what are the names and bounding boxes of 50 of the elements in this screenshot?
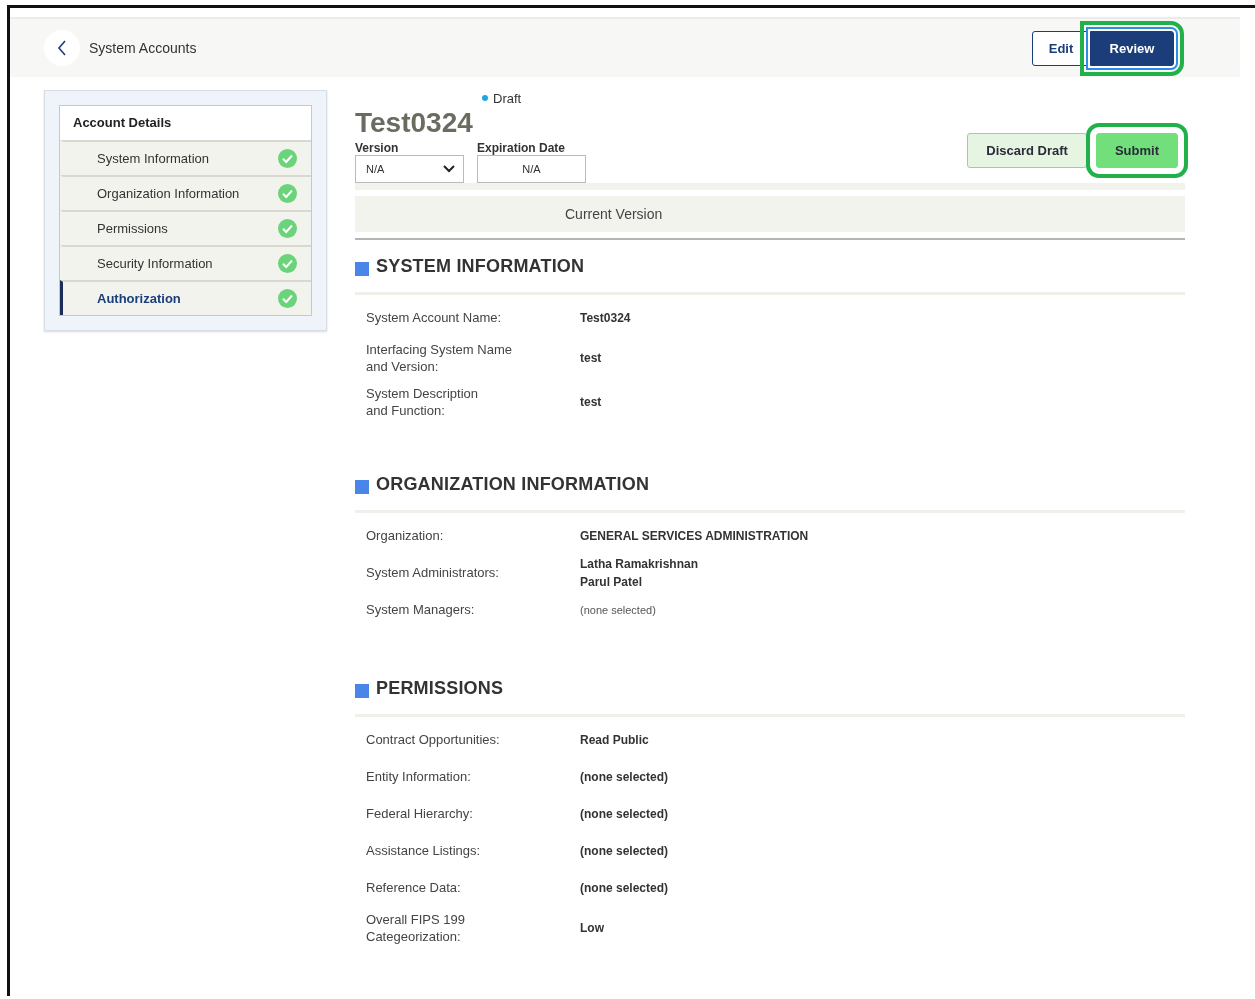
- field-value: test: [580, 350, 602, 366]
- field-value: Read Public: [580, 731, 649, 748]
- section-marker-icon: [355, 480, 369, 494]
- field-label: Contract Opportunities:: [366, 731, 501, 749]
- section-heading: ORGANIZATION INFORMATION: [376, 474, 650, 495]
- status-label: Draft: [493, 90, 522, 106]
- action-button[interactable]: Discard Draft: [967, 133, 1087, 168]
- field-label: Expiration Date: [477, 141, 567, 155]
- nav-heading: Account Details: [72, 114, 173, 132]
- field-label: Version: [355, 141, 400, 155]
- field-label: Overall FIPS 199 Categeorization:: [366, 911, 466, 946]
- section-marker-icon: [355, 262, 369, 276]
- field-label: Reference Data:: [366, 879, 462, 897]
- field-value: Latha Ramakrishnan: [580, 555, 699, 572]
- expiration-date-field[interactable]: N/A: [477, 155, 586, 183]
- nav-item[interactable]: Security Information: [60, 245, 311, 280]
- field-label: Federal Hierarchy:: [366, 805, 474, 823]
- field-label: System Account Name:: [366, 309, 503, 327]
- section-heading: SYSTEM INFORMATION: [376, 256, 585, 277]
- field-value: Parul Patel: [580, 573, 644, 590]
- nav-item[interactable]: Permissions: [60, 210, 311, 245]
- field-value: (none selected): [580, 879, 669, 896]
- field-label: Organization:: [366, 527, 445, 545]
- field-label: Entity Information:: [366, 768, 472, 786]
- section-marker-icon: [355, 684, 369, 698]
- back-button[interactable]: [44, 30, 80, 66]
- nav-item[interactable]: Organization Information: [60, 175, 311, 210]
- field-value: (none selected): [580, 805, 669, 822]
- section-heading: PERMISSIONS: [376, 678, 504, 699]
- nav-item[interactable]: System Information: [60, 140, 311, 175]
- field-value: (none selected): [580, 768, 669, 785]
- field-label: Interfacing System Name and Version:: [366, 341, 513, 376]
- field-label: System Managers:: [366, 601, 476, 619]
- chevron-left-icon: [57, 40, 67, 56]
- field-value: Test0324: [580, 309, 631, 326]
- field-value: (none selected): [580, 602, 656, 618]
- field-label: Assistance Listings:: [366, 842, 482, 860]
- status-dot: [482, 95, 488, 101]
- nav-item[interactable]: Authorization: [60, 280, 311, 315]
- chevron-down-icon: [443, 165, 455, 173]
- record-title: Test0324: [355, 106, 474, 140]
- field-value: GENERAL SERVICES ADMINISTRATION: [580, 527, 809, 544]
- field-value: Low: [580, 920, 604, 936]
- field-value: (none selected): [580, 842, 669, 859]
- version-tab[interactable]: Current Version: [355, 196, 1185, 232]
- field-value: test: [580, 394, 602, 410]
- page-title: System Accounts: [89, 40, 197, 56]
- version-select[interactable]: N/A: [355, 155, 464, 183]
- field-label: System Description and Function:: [366, 385, 479, 420]
- field-label: System Administrators:: [366, 564, 500, 582]
